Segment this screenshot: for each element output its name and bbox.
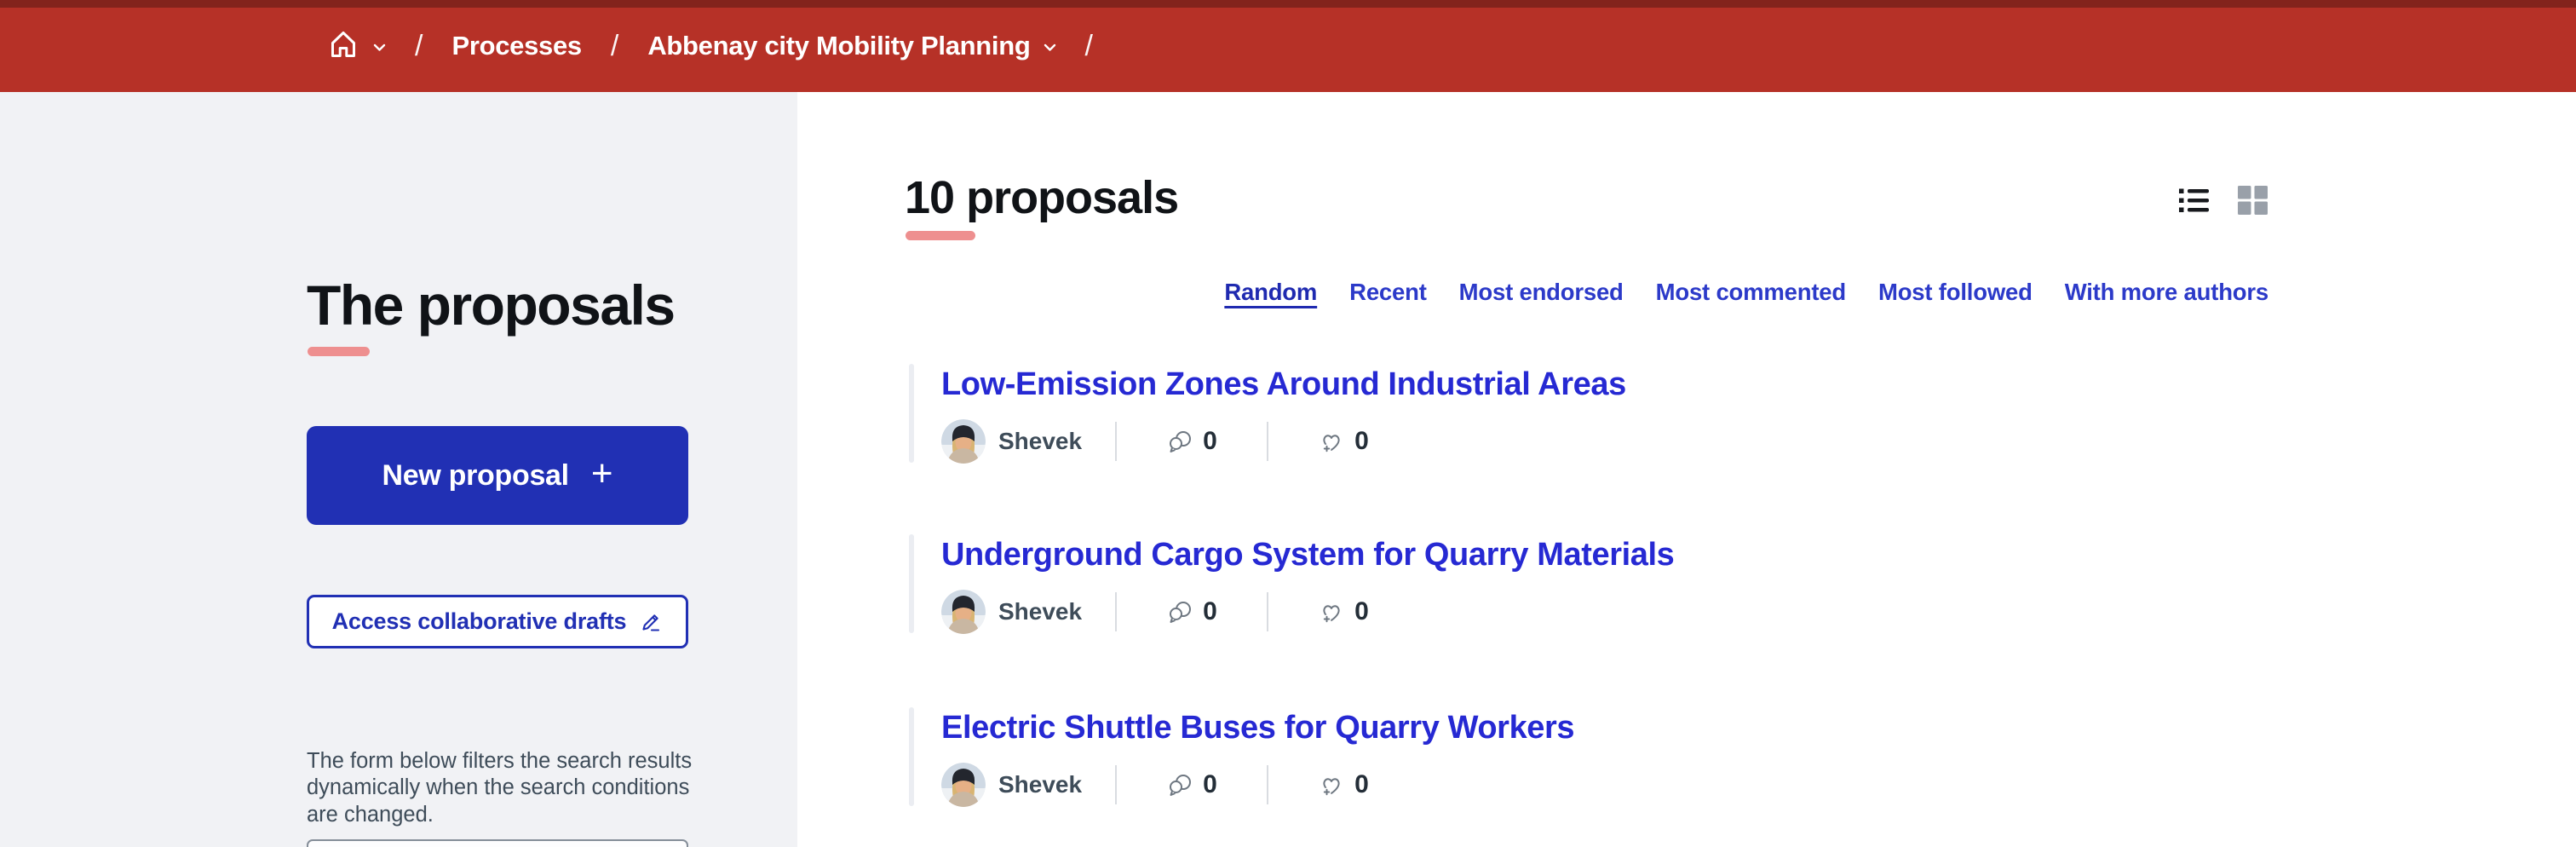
sort-with-more-authors[interactable]: With more authors bbox=[2065, 279, 2268, 306]
author-name: Shevek bbox=[998, 771, 1082, 798]
plus-icon: + bbox=[591, 455, 613, 493]
count-accent-underline bbox=[906, 231, 975, 240]
sidebar-title: The proposals bbox=[307, 273, 675, 337]
breadcrumb-separator: / bbox=[415, 30, 423, 63]
drafts-button-label: Access collaborative drafts bbox=[332, 608, 627, 635]
comments-icon bbox=[1166, 598, 1193, 625]
endorsements-stat: 0 bbox=[1268, 770, 1418, 799]
proposal-meta: Shevek 0 bbox=[941, 762, 2357, 808]
comments-count: 0 bbox=[1203, 597, 1217, 626]
view-toggle bbox=[2179, 186, 2268, 215]
endorsements-count: 0 bbox=[1354, 427, 1369, 456]
avatar bbox=[941, 590, 986, 634]
card-left-border bbox=[909, 534, 914, 633]
avatar bbox=[941, 763, 986, 807]
top-navigation-bar: / Processes / Abbenay city Mobility Plan… bbox=[0, 0, 2576, 92]
comments-icon bbox=[1166, 771, 1193, 798]
chevron-down-icon[interactable] bbox=[1044, 43, 1056, 52]
author-link[interactable]: Shevek bbox=[941, 590, 1115, 634]
title-accent-underline bbox=[308, 347, 370, 356]
access-collaborative-drafts-button[interactable]: Access collaborative drafts bbox=[307, 595, 688, 648]
endorse-heart-icon bbox=[1318, 428, 1345, 455]
breadcrumb-separator: / bbox=[611, 30, 618, 63]
sort-most-commented[interactable]: Most commented bbox=[1656, 279, 1846, 306]
proposal-card: Underground Cargo System for Quarry Mate… bbox=[909, 534, 2357, 635]
card-left-border bbox=[909, 364, 914, 463]
filter-help-text: The form below filters the search result… bbox=[307, 748, 700, 829]
comments-stat: 0 bbox=[1117, 597, 1267, 626]
author-name: Shevek bbox=[998, 428, 1082, 455]
chevron-down-icon[interactable] bbox=[373, 43, 386, 52]
breadcrumb-separator: / bbox=[1085, 30, 1093, 63]
breadcrumb: / Processes / Abbenay city Mobility Plan… bbox=[326, 0, 1093, 92]
endorse-heart-icon bbox=[1318, 771, 1345, 798]
search-input[interactable] bbox=[307, 839, 688, 847]
avatar bbox=[941, 419, 986, 464]
proposal-title-link[interactable]: Low-Emission Zones Around Industrial Are… bbox=[941, 366, 2357, 403]
endorsements-count: 0 bbox=[1354, 770, 1369, 799]
sort-recent[interactable]: Recent bbox=[1349, 279, 1427, 306]
breadcrumb-link-process[interactable]: Abbenay city Mobility Planning bbox=[647, 31, 1030, 61]
new-proposal-label: New proposal bbox=[382, 459, 568, 493]
proposal-meta: Shevek 0 bbox=[941, 418, 2357, 464]
author-link[interactable]: Shevek bbox=[941, 763, 1115, 807]
endorsements-stat: 0 bbox=[1268, 427, 1418, 456]
home-icon[interactable] bbox=[326, 28, 360, 65]
author-link[interactable]: Shevek bbox=[941, 419, 1115, 464]
card-left-border bbox=[909, 707, 914, 806]
breadcrumb-process-group: Abbenay city Mobility Planning bbox=[647, 31, 1055, 61]
endorsements-stat: 0 bbox=[1268, 597, 1418, 626]
proposal-title-link[interactable]: Electric Shuttle Buses for Quarry Worker… bbox=[941, 710, 2357, 746]
comments-stat: 0 bbox=[1117, 770, 1267, 799]
endorsements-count: 0 bbox=[1354, 597, 1369, 626]
proposal-meta: Shevek 0 bbox=[941, 589, 2357, 635]
proposal-card: Low-Emission Zones Around Industrial Are… bbox=[909, 364, 2357, 464]
proposals-count-title: 10 proposals bbox=[905, 171, 1178, 224]
author-name: Shevek bbox=[998, 598, 1082, 625]
endorse-heart-icon bbox=[1318, 598, 1345, 625]
sort-random[interactable]: Random bbox=[1224, 279, 1317, 306]
new-proposal-button[interactable]: New proposal + bbox=[307, 426, 688, 525]
comments-count: 0 bbox=[1203, 770, 1217, 799]
page: / Processes / Abbenay city Mobility Plan… bbox=[0, 0, 2576, 847]
list-view-icon[interactable] bbox=[2179, 188, 2210, 213]
comments-count: 0 bbox=[1203, 427, 1217, 456]
sort-most-followed[interactable]: Most followed bbox=[1878, 279, 2033, 306]
comments-icon bbox=[1166, 428, 1193, 455]
comments-stat: 0 bbox=[1117, 427, 1267, 456]
sort-options: Random Recent Most endorsed Most comment… bbox=[1224, 279, 2268, 306]
filters-sidebar: The proposals New proposal + Access coll… bbox=[0, 92, 797, 847]
sort-most-endorsed[interactable]: Most endorsed bbox=[1459, 279, 1624, 306]
pencil-icon bbox=[638, 609, 663, 634]
breadcrumb-link-processes[interactable]: Processes bbox=[451, 31, 581, 61]
search-box bbox=[307, 839, 688, 847]
breadcrumb-home-group bbox=[326, 28, 386, 65]
proposal-title-link[interactable]: Underground Cargo System for Quarry Mate… bbox=[941, 537, 2357, 573]
proposal-card: Electric Shuttle Buses for Quarry Worker… bbox=[909, 707, 2357, 808]
grid-view-icon[interactable] bbox=[2238, 186, 2268, 215]
